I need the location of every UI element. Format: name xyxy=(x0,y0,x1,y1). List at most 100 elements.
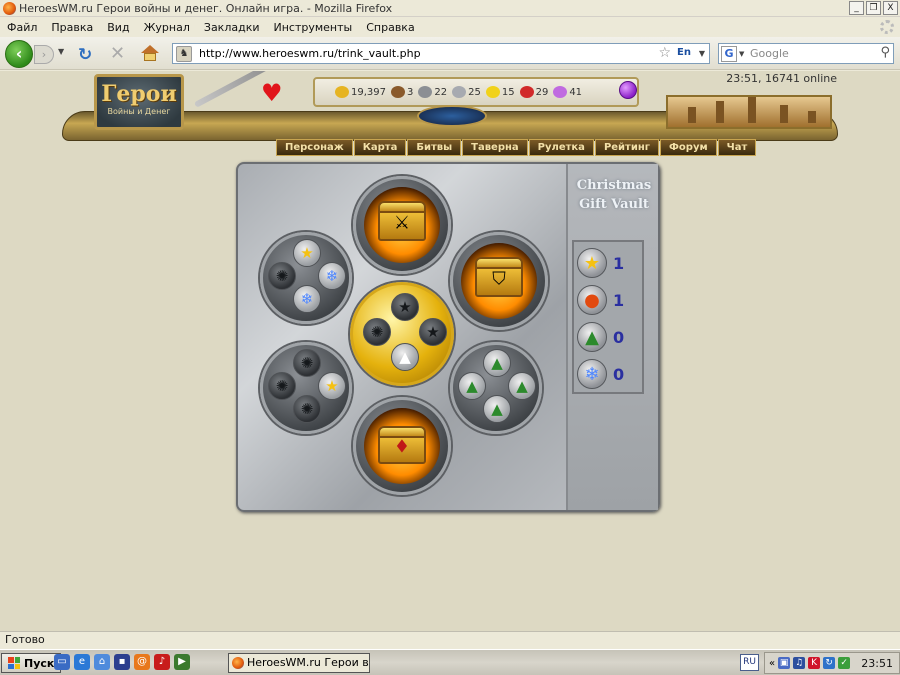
vault-disc-left-top[interactable]: ★ ✺ ❄ ❄ xyxy=(260,232,352,324)
bookmark-star-icon[interactable]: ☆ xyxy=(658,45,671,61)
menu-edit[interactable]: Правка xyxy=(44,21,100,34)
mail-icon[interactable]: @ xyxy=(134,654,150,670)
slot-star-empty[interactable]: ★ xyxy=(391,293,419,321)
antivirus-icon[interactable]: K xyxy=(808,657,821,669)
slot-snowflake[interactable]: ❄ xyxy=(293,285,321,313)
nav-chat[interactable]: Чат xyxy=(717,139,757,156)
crossed-swords-icon: ⚔ xyxy=(393,212,411,234)
ie-icon[interactable]: e xyxy=(74,654,90,670)
taskbar-firefox-window[interactable]: HeroesWM.ru Герои вой... xyxy=(228,653,370,673)
security-icon[interactable]: ✓ xyxy=(838,657,851,669)
back-button[interactable]: ‹ xyxy=(5,40,33,68)
shield-icon: ⛉ xyxy=(492,268,506,290)
vault-disc-right[interactable]: ⛉ xyxy=(450,232,548,330)
ornament-icon: ● xyxy=(577,285,607,315)
menu-history[interactable]: Журнал xyxy=(137,21,197,34)
minimize-button[interactable]: _ xyxy=(849,1,864,15)
slot-star[interactable]: ★ xyxy=(293,239,321,267)
throbber-icon xyxy=(880,20,894,34)
start-button[interactable]: Пуск xyxy=(1,653,62,673)
nav-map[interactable]: Карта xyxy=(353,139,407,156)
menu-view[interactable]: Вид xyxy=(100,21,136,34)
nav-roulette[interactable]: Рулетка xyxy=(528,139,594,156)
slot-tree[interactable]: ▲ xyxy=(458,372,486,400)
tray-expand-icon[interactable]: « xyxy=(769,658,775,669)
url-dropdown-icon[interactable]: ▼ xyxy=(699,49,705,58)
show-desktop-icon[interactable]: ▭ xyxy=(54,654,70,670)
menu-tools[interactable]: Инструменты xyxy=(267,21,360,34)
history-dropdown-icon[interactable]: ▼ xyxy=(58,47,64,56)
system-tray: « ▣ ♫ K ↻ ✓ 23:51 xyxy=(764,652,900,674)
health-heart-icon[interactable]: ♥ xyxy=(261,79,283,107)
reload-button[interactable]: ↻ xyxy=(78,45,92,65)
save-icon[interactable]: ▪ xyxy=(114,654,130,670)
volume-icon[interactable]: ♫ xyxy=(793,657,806,669)
language-indicator[interactable]: En xyxy=(677,47,691,58)
menu-help[interactable]: Справка xyxy=(359,21,421,34)
counter-value: 1 xyxy=(613,290,625,310)
slot-empty[interactable]: ✺ xyxy=(363,318,391,346)
window-controls: _ ❐ X xyxy=(849,1,898,15)
nav-rating[interactable]: Рейтинг xyxy=(594,139,659,156)
update-icon[interactable]: ↻ xyxy=(823,657,836,669)
game-header: Герои Войны и Денег ♥ 19,397 3 22 25 15 … xyxy=(62,71,838,156)
maximize-button[interactable]: ❐ xyxy=(866,1,881,15)
game-logo[interactable]: Герои Войны и Денег xyxy=(94,74,184,130)
slot-empty[interactable]: ✺ xyxy=(268,372,296,400)
slot-empty[interactable]: ✺ xyxy=(293,395,321,423)
slot-star-empty[interactable]: ★ xyxy=(419,318,447,346)
mercury-icon xyxy=(452,86,467,98)
google-engine-icon[interactable]: G xyxy=(721,46,737,62)
vault-title-line2: Gift Vault xyxy=(579,197,649,212)
vault-title-line1: Christmas xyxy=(576,178,652,193)
vault-disc-center[interactable]: ★ ✺ ★ ▲ xyxy=(350,282,454,386)
nav-tavern[interactable]: Таверна xyxy=(462,139,528,156)
resource-wood: 3 xyxy=(391,86,413,98)
menu-bookmarks[interactable]: Закладки xyxy=(197,21,267,34)
slot-empty[interactable]: ✺ xyxy=(293,349,321,377)
vault-disc-top[interactable]: ⚔ xyxy=(353,176,451,274)
home-button[interactable] xyxy=(141,45,159,62)
mana-potion-icon[interactable] xyxy=(619,81,637,99)
network-icon[interactable]: ▣ xyxy=(778,657,791,669)
vault-disc-right-bottom[interactable]: ▲ ▲ ▲ ▲ xyxy=(450,342,542,434)
counter-star: ★ 1 xyxy=(577,246,643,280)
url-bar[interactable]: ♞ http://www.heroeswm.ru/trink_vault.php… xyxy=(172,43,710,64)
status-bar: Готово xyxy=(0,631,900,648)
menu-file[interactable]: Файл xyxy=(0,21,44,34)
windows-logo-icon xyxy=(8,657,20,669)
close-button[interactable]: X xyxy=(883,1,898,15)
treasure-chest-icon: ⚔ xyxy=(378,201,426,241)
engine-dropdown-icon[interactable]: ▼ xyxy=(739,50,744,58)
search-box[interactable]: G ▼ Google ⚲ xyxy=(718,43,894,64)
nav-forum[interactable]: Форум xyxy=(660,139,717,156)
search-icon[interactable]: ⚲ xyxy=(880,45,890,60)
nav-battles[interactable]: Битвы xyxy=(407,139,462,156)
page-content: 23:51, 16741 online Герои Войны и Денег … xyxy=(0,71,900,631)
stop-button[interactable]: ✕ xyxy=(110,43,125,64)
menu-bar: Файл Правка Вид Журнал Закладки Инструме… xyxy=(0,18,900,37)
slot-snowflake[interactable]: ❄ xyxy=(318,262,346,290)
star-icon: ★ xyxy=(577,248,607,278)
vault-disc-bottom[interactable]: ♦ xyxy=(353,397,451,495)
explorer-icon[interactable]: ⌂ xyxy=(94,654,110,670)
windows-taskbar: Пуск ▭ e ⌂ ▪ @ ♪ ▶ HeroesWM.ru Герои вой… xyxy=(0,649,900,675)
resource-sulfur: 15 xyxy=(485,86,515,98)
slot-tree[interactable]: ▲ xyxy=(483,395,511,423)
crystal-icon: ♦ xyxy=(393,436,411,458)
language-indicator[interactable]: RU xyxy=(740,654,759,671)
slot-tree[interactable]: ▲ xyxy=(483,349,511,377)
player-icon[interactable]: ▶ xyxy=(174,654,190,670)
home-icon xyxy=(141,45,159,53)
resource-crystals: 29 xyxy=(519,86,548,98)
nav-character[interactable]: Персонаж xyxy=(276,139,353,156)
wood-icon xyxy=(391,86,405,98)
slot-tree-empty[interactable]: ▲ xyxy=(391,343,419,371)
media-icon[interactable]: ♪ xyxy=(154,654,170,670)
slot-empty[interactable]: ✺ xyxy=(268,262,296,290)
slot-tree[interactable]: ▲ xyxy=(508,372,536,400)
site-favicon-icon: ♞ xyxy=(176,46,192,62)
forward-button[interactable]: › xyxy=(34,45,54,64)
vault-disc-left-bottom[interactable]: ✺ ✺ ★ ✺ xyxy=(260,342,352,434)
slot-star[interactable]: ★ xyxy=(318,372,346,400)
